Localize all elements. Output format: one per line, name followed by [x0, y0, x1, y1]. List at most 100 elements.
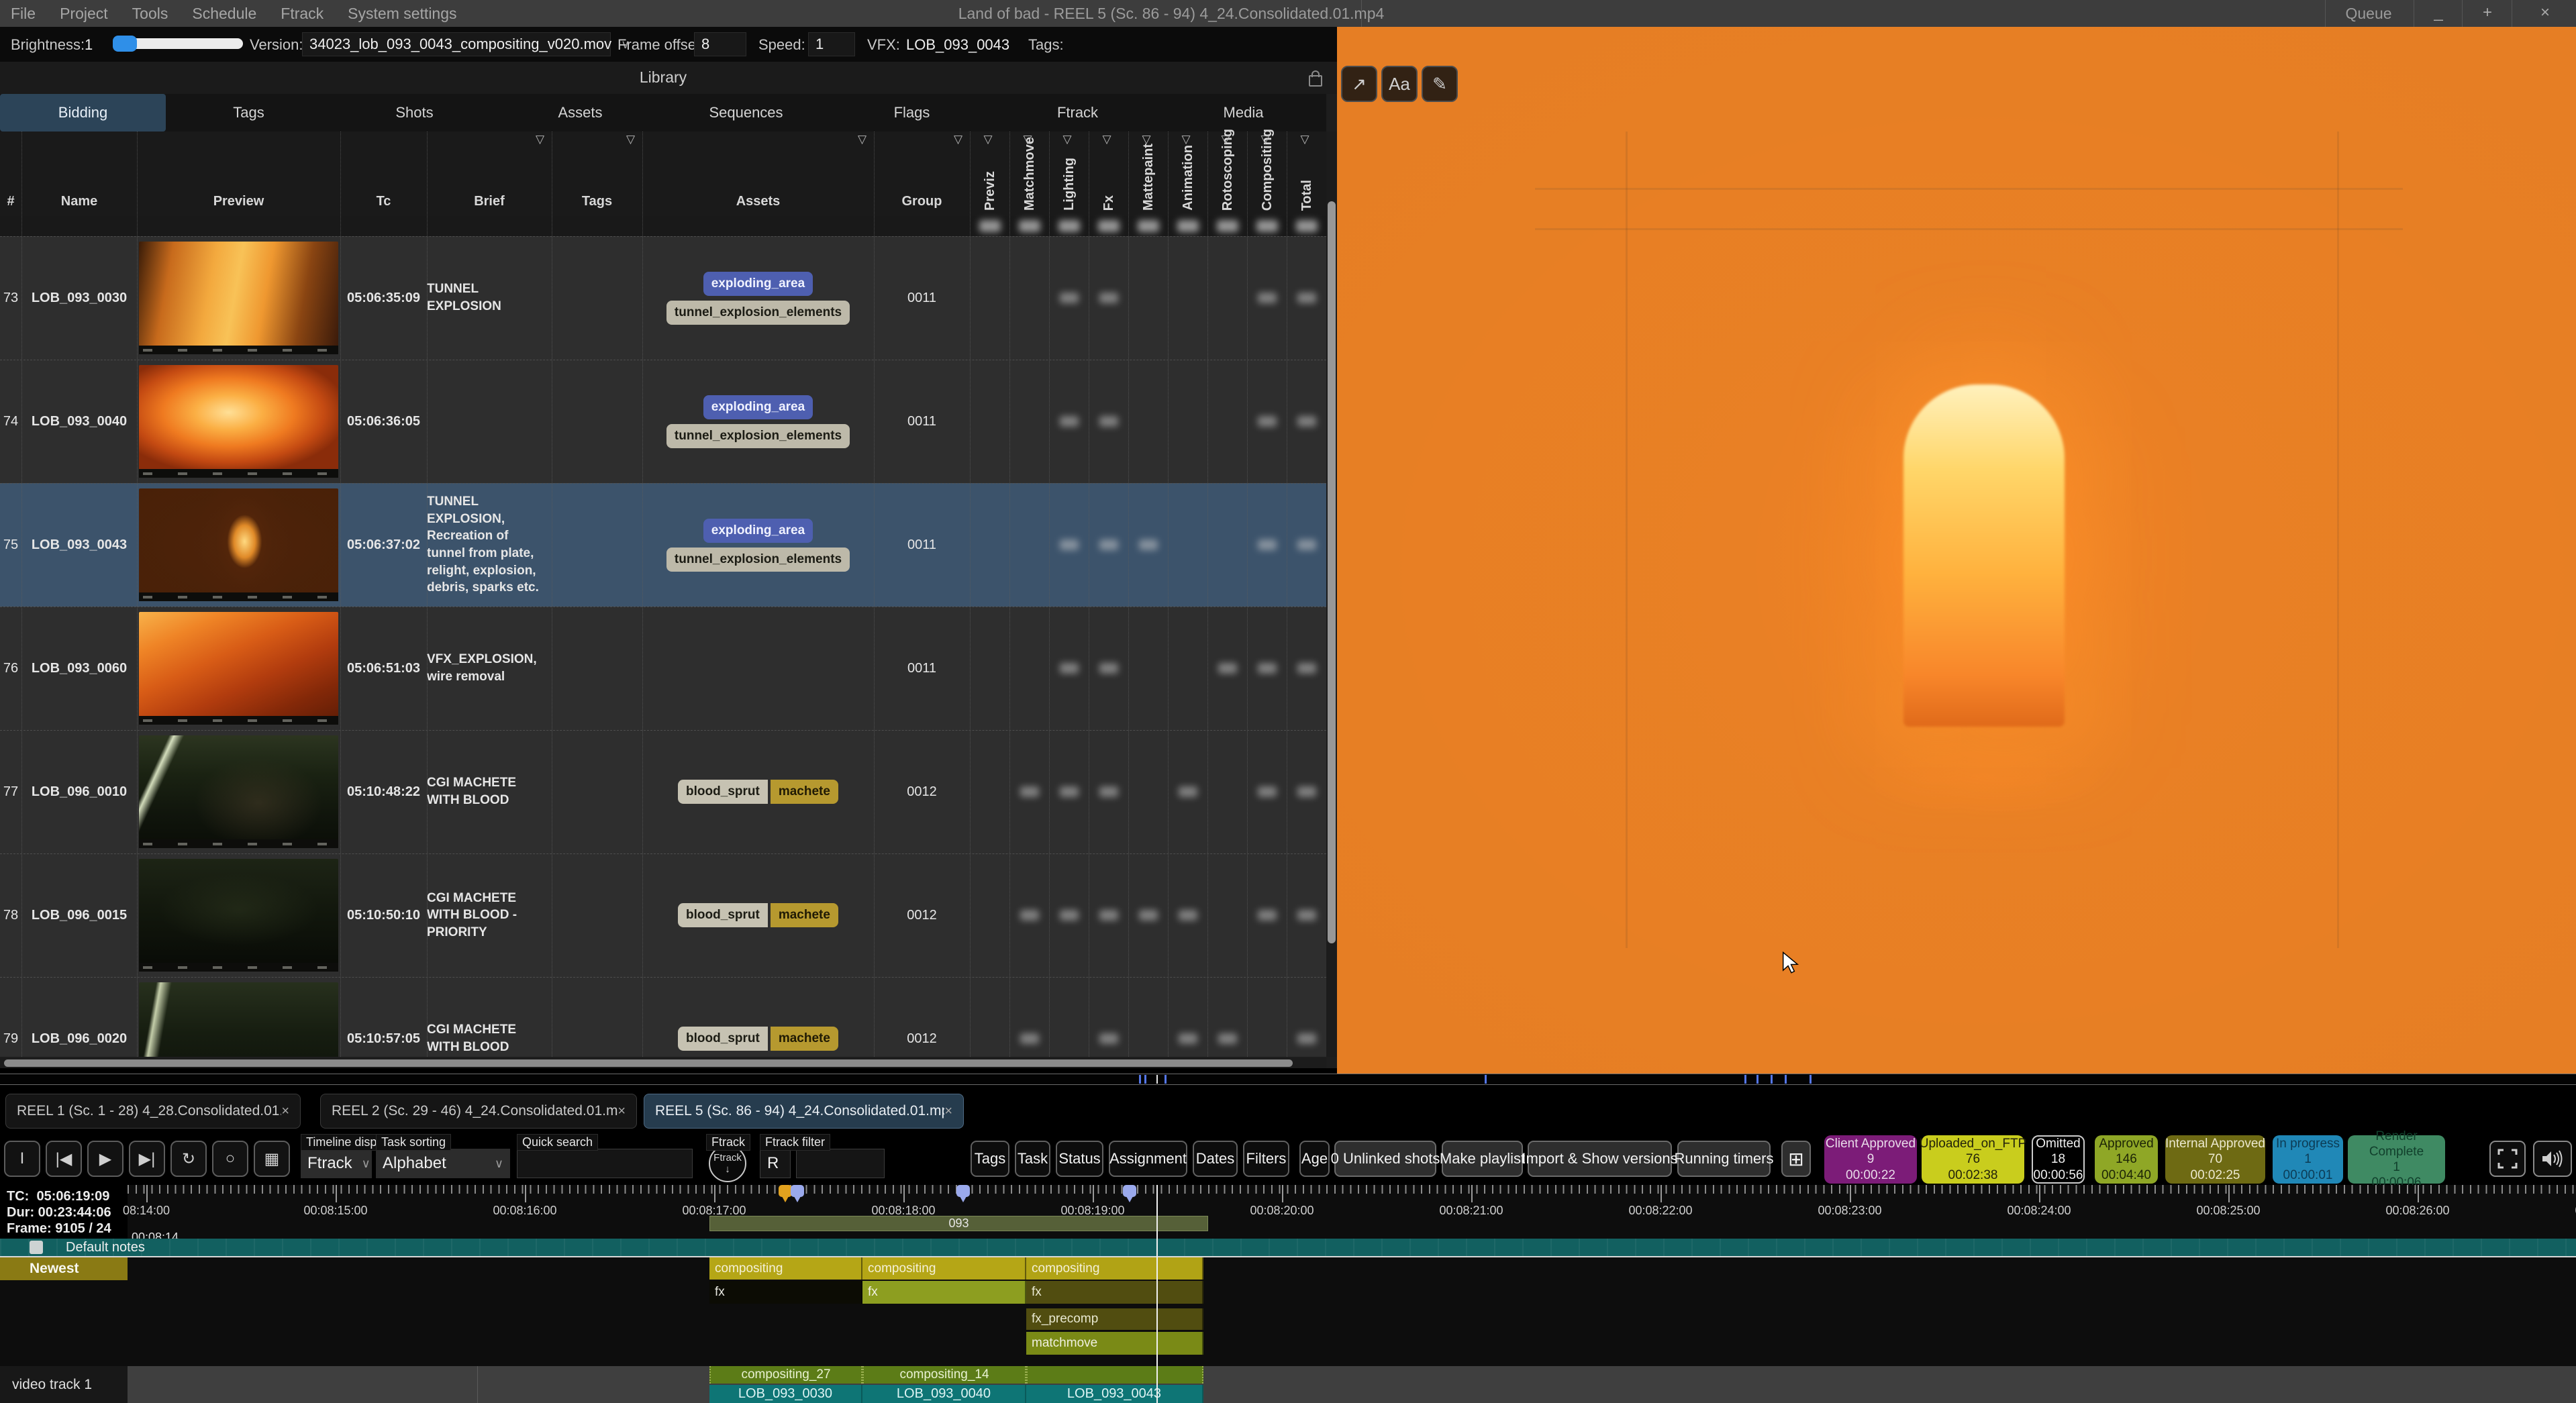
asset-badge-blood_sprut[interactable]: blood_sprut	[678, 903, 768, 927]
menu-file[interactable]: File	[11, 5, 36, 23]
timeline-ruler[interactable]	[128, 1185, 2576, 1194]
asset-badge-tunnel_explosion_elements[interactable]: tunnel_explosion_elements	[666, 301, 850, 325]
play-button[interactable]: ▶	[87, 1141, 123, 1177]
button-tags[interactable]: Tags	[971, 1141, 1009, 1177]
table-row-LOB_093_0030[interactable]: 73LOB_093_003005:06:35:09TUNNEL EXPLOSIO…	[0, 236, 1326, 360]
button-0-unlinked-shots[interactable]: 0 Unlinked shots	[1334, 1141, 1436, 1177]
record-button[interactable]: ○	[212, 1141, 248, 1177]
tab-ftrack[interactable]: Ftrack	[995, 94, 1160, 132]
timeline-display-dropdown[interactable]: Ftrack∨	[301, 1149, 372, 1178]
asset-badge-blood_sprut[interactable]: blood_sprut	[678, 1027, 768, 1051]
filter-icon[interactable]: ▽	[1103, 133, 1111, 146]
status-chip-approved[interactable]: Approved14600:04:40	[2095, 1135, 2158, 1184]
column-header-matchmove[interactable]: Matchmove	[1022, 137, 1038, 211]
column-header-fx[interactable]: Fx	[1101, 195, 1117, 211]
version-clip[interactable]	[1026, 1366, 1203, 1384]
table-row-LOB_096_0020[interactable]: 79LOB_096_002005:10:57:05CGI MACHETE WIT…	[0, 977, 1326, 1057]
filter-icon[interactable]: ▽	[858, 133, 866, 146]
lock-icon[interactable]	[1309, 75, 1322, 87]
menu-system-settings[interactable]: System settings	[348, 5, 456, 23]
filter-icon[interactable]: ▽	[1182, 133, 1191, 146]
scene-bar-093[interactable]: 093	[709, 1216, 1208, 1231]
column-header-brief[interactable]: Brief	[427, 194, 552, 209]
column-header-mattepaint[interactable]: Mattepaint	[1141, 144, 1156, 211]
status-chip-uploaded-on-ftp[interactable]: Uploaded_on_FTP7600:02:38	[1922, 1135, 2024, 1184]
filter-icon[interactable]: ▽	[1301, 133, 1309, 146]
filter-icon[interactable]: ▽	[1142, 133, 1151, 146]
filmstrip-button[interactable]: ▦	[254, 1141, 290, 1177]
task-clip-matchmove[interactable]: matchmove	[1026, 1332, 1203, 1355]
shot-clip-LOB_093_0043[interactable]: LOB_093_0043	[1026, 1385, 1203, 1403]
vertical-scrollbar-thumb[interactable]	[1328, 201, 1336, 943]
grid-view-button[interactable]: ⊞	[1781, 1141, 1811, 1177]
asset-badge-exploding_area[interactable]: exploding_area	[703, 519, 813, 543]
column-header-preview[interactable]: Preview	[137, 194, 340, 209]
column-header-num[interactable]: #	[0, 194, 21, 209]
brightness-slider[interactable]	[115, 38, 243, 49]
filter-icon[interactable]: ▽	[1024, 133, 1032, 146]
shot-thumbnail[interactable]	[139, 735, 338, 848]
button-task[interactable]: Task	[1015, 1141, 1050, 1177]
column-header-animation[interactable]: Animation	[1181, 145, 1196, 211]
asset-badge-tunnel_explosion_elements[interactable]: tunnel_explosion_elements	[666, 424, 850, 448]
status-chip-omitted[interactable]: Omitted1800:00:56	[2032, 1135, 2085, 1184]
column-header-tc[interactable]: Tc	[340, 194, 427, 209]
tab-media[interactable]: Media	[1160, 94, 1326, 132]
shot-thumbnail[interactable]	[139, 982, 338, 1057]
shot-thumbnail[interactable]	[139, 859, 338, 972]
column-header-assets[interactable]: Assets	[642, 194, 874, 209]
table-row-LOB_093_0043[interactable]: 75LOB_093_004305:06:37:02TUNNEL EXPLOSIO…	[0, 483, 1326, 607]
button-status[interactable]: Status	[1056, 1141, 1103, 1177]
task-clip-compositing[interactable]: compositing	[862, 1257, 1026, 1280]
timeline-pin-marker[interactable]	[779, 1185, 792, 1197]
task-sorting-dropdown[interactable]: Alphabet∨	[376, 1149, 510, 1178]
status-chip-internal-approved[interactable]: Internal Approved7000:02:25	[2165, 1135, 2265, 1184]
column-header-previz[interactable]: Previz	[983, 171, 998, 211]
tab-flags[interactable]: Flags	[829, 94, 995, 132]
asset-badge-blood_sprut[interactable]: blood_sprut	[678, 780, 768, 804]
vertical-scrollbar[interactable]	[1326, 132, 1337, 1057]
speed-input[interactable]: 1	[808, 32, 855, 56]
table-row-LOB_096_0010[interactable]: 77LOB_096_001005:10:48:22CGI MACHETE WIT…	[0, 730, 1326, 853]
filter-icon[interactable]: ▽	[984, 133, 993, 146]
version-clip[interactable]: compositing_14	[862, 1366, 1026, 1384]
scrub-playhead[interactable]	[1156, 1075, 1158, 1084]
filter-icon[interactable]: ▽	[954, 133, 962, 146]
tab-bidding[interactable]: Bidding	[0, 94, 166, 132]
button-age[interactable]: Age	[1299, 1141, 1330, 1177]
button-import-show-versions[interactable]: Import & Show versions	[1528, 1141, 1672, 1177]
arrow-tool-icon[interactable]: ↗	[1341, 66, 1377, 102]
filter-icon[interactable]: ▽	[1063, 133, 1072, 146]
shot-clip-LOB_093_0030[interactable]: LOB_093_0030	[709, 1385, 862, 1403]
brightness-slider-handle[interactable]	[113, 36, 137, 52]
shot-thumbnail[interactable]	[139, 365, 338, 478]
status-chip-render-complete[interactable]: Render Complete100:00:06	[2348, 1135, 2445, 1184]
asset-badge-machete[interactable]: machete	[771, 780, 838, 804]
task-clip-compositing[interactable]: compositing	[1026, 1257, 1203, 1280]
tab-shots[interactable]: Shots	[332, 94, 497, 132]
player-tab-3[interactable]: REEL 5 (Sc. 86 - 94) 4_24.Consolidated.0…	[644, 1094, 964, 1129]
tab-assets[interactable]: Assets	[497, 94, 663, 132]
task-clip-compositing[interactable]: compositing	[709, 1257, 862, 1280]
status-chip-client-approved[interactable]: Client Approved900:00:22	[1824, 1135, 1917, 1184]
mark-in-button[interactable]: I	[4, 1141, 40, 1177]
asset-badge-exploding_area[interactable]: exploding_area	[703, 395, 813, 419]
table-row-LOB_096_0015[interactable]: 78LOB_096_001505:10:50:10CGI MACHETE WIT…	[0, 853, 1326, 977]
version-dropdown[interactable]: 34023_lob_093_0043_compositing_v020.mov∨	[302, 32, 611, 56]
close-icon[interactable]: ×	[944, 1104, 952, 1119]
button-assignment[interactable]: Assignment	[1109, 1141, 1187, 1177]
asset-badge-machete[interactable]: machete	[771, 903, 838, 927]
shot-thumbnail[interactable]	[139, 242, 338, 354]
task-clip-fx[interactable]: fx	[862, 1281, 1026, 1304]
close-icon[interactable]: ×	[281, 1104, 289, 1119]
column-header-lighting[interactable]: Lighting	[1062, 158, 1077, 211]
player-tab-2[interactable]: REEL 2 (Sc. 29 - 46) 4_24.Consolidated.0…	[320, 1094, 637, 1129]
horizontal-scrollbar-thumb[interactable]	[4, 1059, 1293, 1067]
column-header-tags[interactable]: Tags	[552, 194, 642, 209]
fullscreen-button[interactable]	[2489, 1141, 2526, 1177]
playhead[interactable]	[1156, 1185, 1158, 1403]
frame-offset-input[interactable]: 8	[694, 32, 746, 56]
ftrack-filter-input[interactable]: R	[760, 1149, 791, 1178]
filter-icon[interactable]: ▽	[1261, 133, 1270, 146]
horizontal-scrollbar[interactable]	[0, 1058, 1326, 1068]
